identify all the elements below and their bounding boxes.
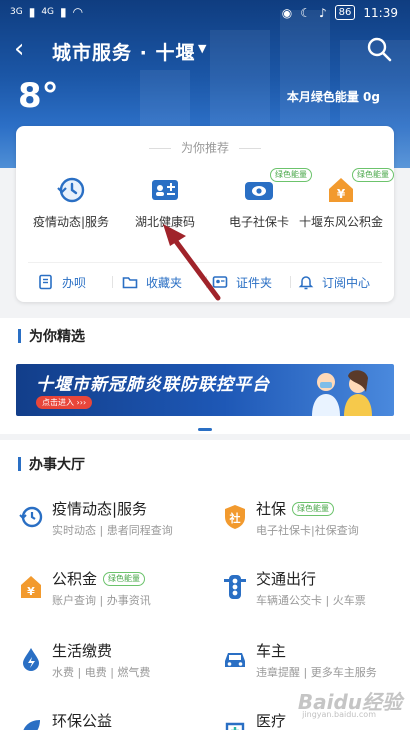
banner-pagination — [198, 428, 212, 431]
hall-item-subtitle: 水费 | 电费 | 燃气费 — [52, 666, 151, 679]
service-label: 电子社保卡 — [228, 215, 289, 229]
hall-item-subtitle: 账户查询 | 办事资讯 — [52, 594, 151, 607]
quick-id-folder[interactable]: 证件夹 — [212, 272, 272, 292]
hall-item-housing-fund[interactable]: ¥ 公积金 绿色能量 账户查询 | 办事资讯 — [18, 568, 208, 618]
bell-icon: ♪ — [319, 5, 327, 20]
clock-time: 11:39 — [363, 5, 398, 20]
social-card-icon — [243, 174, 275, 206]
hall-item-title: 车主 — [256, 642, 287, 660]
signal-icon: ▮ — [28, 5, 36, 19]
hall-item-car-owner[interactable]: 车主 违章提醒 | 更多车主服务 — [222, 640, 410, 690]
service-label: 十堰东风公积金 — [298, 215, 383, 229]
service-epidemic[interactable]: 疫情动态|服务 — [24, 174, 118, 231]
battery-level: 86 — [334, 5, 356, 20]
hall-item-title: 医疗 — [256, 712, 287, 730]
back-arrow-icon[interactable]: ‹ — [14, 34, 24, 64]
service-housing-fund[interactable]: 绿色能量 ¥ 十堰东风公积金 — [294, 168, 394, 231]
banner-title: 十堰市新冠肺炎联防联控平台 — [36, 375, 270, 395]
hall-item-eco[interactable]: 环保公益 — [18, 710, 208, 730]
search-icon[interactable] — [366, 36, 392, 62]
id-folder-icon — [212, 276, 228, 288]
service-label: 湖北健康码 — [134, 215, 195, 229]
shield-icon: 社 — [225, 505, 245, 529]
divider — [206, 276, 207, 288]
recommend-card: 为你推荐 疫情动态|服务 湖北健康码 绿色能量 电子社保卡 绿色能量 ¥ 十堰东… — [16, 126, 394, 302]
service-health-code[interactable]: 湖北健康码 — [118, 174, 212, 231]
hall-item-title: 社保 绿色能量 — [256, 498, 335, 519]
clock-refresh-icon — [55, 174, 87, 206]
doctor-illustration — [312, 370, 372, 416]
document-icon — [39, 274, 52, 290]
divider — [112, 276, 113, 288]
green-energy-label[interactable]: 本月绿色能量 0g — [287, 88, 380, 105]
divider — [28, 262, 382, 263]
hall-item-title: 交通出行 — [256, 570, 317, 588]
hall-item-title: 生活缴费 — [52, 642, 113, 660]
folder-icon — [122, 277, 138, 289]
quick-favorites[interactable]: 收藏夹 — [122, 272, 182, 292]
hall-item-transport[interactable]: 交通出行 车辆通公交卡 | 火车票 — [222, 568, 410, 618]
service-label: 疫情动态|服务 — [32, 215, 110, 229]
signal-4g-label: 4G — [41, 7, 55, 17]
hall-item-title: 公积金 绿色能量 — [52, 568, 146, 589]
quick-label: 证件夹 — [236, 275, 273, 290]
recommend-title: 为你推荐 — [16, 139, 394, 156]
svg-text:¥: ¥ — [337, 187, 346, 201]
quick-subscription[interactable]: 订阅中心 — [298, 272, 370, 292]
hall-item-subtitle: 实时动态 | 患者同程查询 — [52, 524, 173, 537]
svg-text:社: 社 — [229, 511, 241, 525]
leaf-icon — [23, 720, 40, 730]
eye-icon: ◉ — [281, 5, 293, 20]
yuan-icon: ¥ — [21, 576, 41, 598]
hall-item-utilities[interactable]: 生活缴费 水费 | 电费 | 燃气费 — [18, 640, 208, 690]
watermark-url: jingyan.baidu.com — [302, 710, 376, 719]
section-title: 为你精选 — [18, 326, 85, 346]
water-drop-icon — [23, 648, 39, 671]
page-title[interactable]: 城市服务 · 十堰 — [52, 38, 195, 65]
hall-item-epidemic[interactable]: 疫情动态|服务 实时动态 | 患者同程查询 — [18, 498, 208, 548]
temperature: 8° — [18, 76, 59, 116]
banner-enter-button[interactable]: 点击进入 ››› — [36, 396, 93, 409]
hall-item-subtitle: 电子社保卡|社保查询 — [256, 524, 359, 537]
signal-3g-label: 3G — [10, 7, 23, 17]
quick-label: 收藏夹 — [146, 275, 183, 290]
id-card-icon — [149, 174, 181, 206]
clock-refresh-icon — [19, 506, 43, 528]
hall-item-subtitle: 违章提醒 | 更多车主服务 — [256, 666, 377, 679]
svg-text:¥: ¥ — [27, 585, 35, 598]
moon-icon: ☾ — [300, 5, 311, 20]
signal-icon: ▮ — [60, 5, 67, 19]
house-fund-icon: ¥ — [325, 174, 357, 206]
quick-label: 订阅中心 — [322, 275, 371, 290]
traffic-light-icon — [224, 575, 246, 599]
quick-banbei[interactable]: 办呗 — [38, 272, 86, 292]
status-bar: 3G ▮ 4G ▮ ◠ ◉ ☾ ♪ 86 11:39 — [0, 0, 410, 26]
hall-item-title: 环保公益 — [52, 712, 113, 730]
quick-label: 办呗 — [62, 275, 87, 290]
car-icon — [225, 653, 245, 667]
hall-item-title: 疫情动态|服务 — [52, 500, 148, 518]
service-social-card[interactable]: 绿色能量 电子社保卡 — [212, 168, 312, 231]
top-nav: ‹ 城市服务 · 十堰 ▼ — [0, 30, 410, 70]
epidemic-platform-banner[interactable]: 十堰市新冠肺炎联防联控平台 点击进入 ››› — [16, 364, 394, 416]
bell-icon — [298, 276, 314, 290]
divider — [290, 276, 291, 288]
green-energy-tag: 绿色能量 — [292, 502, 335, 516]
medical-icon — [225, 722, 245, 730]
green-energy-tag: 绿色能量 — [352, 168, 394, 182]
section-title: 办事大厅 — [18, 454, 85, 474]
hall-item-social-security[interactable]: 社 社保 绿色能量 电子社保卡|社保查询 — [222, 498, 410, 548]
green-energy-tag: 绿色能量 — [103, 572, 146, 586]
city-dropdown-icon[interactable]: ▼ — [198, 42, 206, 55]
wifi-icon: ◠ — [72, 5, 84, 19]
hall-item-subtitle: 车辆通公交卡 | 火车票 — [256, 594, 366, 607]
